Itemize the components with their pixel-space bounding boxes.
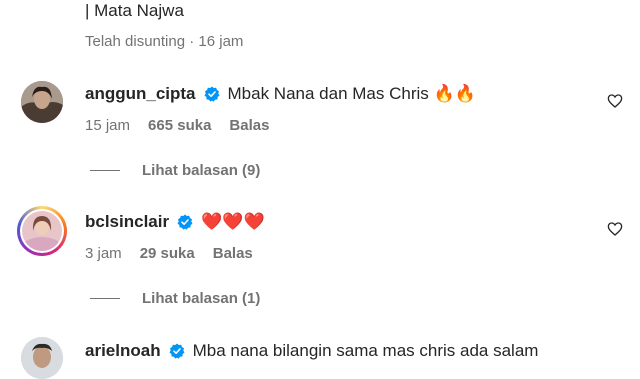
- avatar[interactable]: [21, 81, 63, 123]
- verified-badge-icon: [177, 214, 193, 230]
- divider: [90, 170, 120, 171]
- heart-icon[interactable]: [607, 93, 623, 109]
- view-replies-label: Lihat balasan (9): [142, 162, 261, 179]
- view-replies-button[interactable]: Lihat balasan (9): [90, 162, 260, 179]
- view-replies-button[interactable]: Lihat balasan (1): [90, 290, 260, 307]
- avatar[interactable]: [17, 206, 67, 256]
- comment-username[interactable]: anggun_cipta: [85, 84, 196, 104]
- avatar[interactable]: [21, 337, 63, 379]
- reply-button[interactable]: Balas: [229, 117, 269, 134]
- caption-text: | Mata Najwa: [85, 1, 184, 20]
- verified-badge-icon: [169, 343, 185, 359]
- heart-icon[interactable]: [607, 221, 623, 237]
- comment-time[interactable]: 3 jam: [85, 245, 122, 262]
- comment-username[interactable]: arielnoah: [85, 341, 161, 361]
- caption-meta: Telah disunting · 16 jam: [85, 33, 244, 50]
- view-replies-label: Lihat balasan (1): [142, 290, 261, 307]
- comment-text: ❤️❤️❤️: [201, 212, 265, 231]
- comment-text: Mbak Nana dan Mas Chris 🔥🔥: [227, 84, 476, 103]
- comment-likes[interactable]: 665 suka: [148, 117, 211, 134]
- comment-time[interactable]: 15 jam: [85, 117, 130, 134]
- comment-likes[interactable]: 29 suka: [140, 245, 195, 262]
- comment-text: Mba nana bilangin sama mas chris ada sal…: [192, 341, 539, 360]
- divider: [90, 298, 120, 299]
- comment-username[interactable]: bclsinclair: [85, 212, 169, 232]
- verified-badge-icon: [204, 86, 220, 102]
- reply-button[interactable]: Balas: [213, 245, 253, 262]
